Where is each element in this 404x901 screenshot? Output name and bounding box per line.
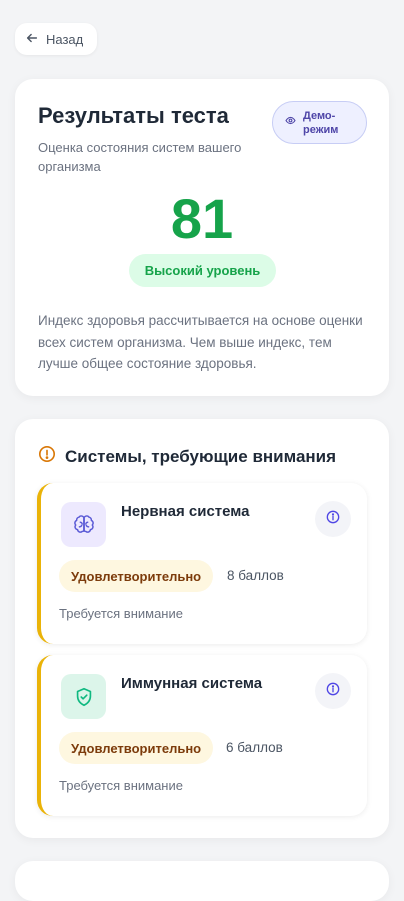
results-description: Индекс здоровья рассчитывается на основе… xyxy=(38,313,363,371)
demo-mode-label: Демо-режим xyxy=(303,109,339,136)
back-label: Назад xyxy=(46,31,84,47)
status-badge: Удовлетворительно xyxy=(59,732,214,764)
next-card xyxy=(15,861,389,901)
results-subtitle: Оценка состояния систем вашего организма xyxy=(38,140,242,174)
systems-header: Системы, требующие внимания xyxy=(38,445,336,468)
health-score: 81 xyxy=(170,187,234,250)
systems-title: Системы, требующие внимания xyxy=(65,446,337,466)
attention-note: Требуется внимание xyxy=(59,606,183,621)
back-button[interactable]: Назад xyxy=(15,23,97,55)
info-icon xyxy=(326,682,340,701)
system-item-immune[interactable]: Иммунная система Удовлетворительно 6 бал… xyxy=(37,655,367,816)
system-item-nervous[interactable]: Нервная система Удовлетворительно 8 балл… xyxy=(37,483,367,644)
info-button[interactable] xyxy=(315,673,351,709)
system-score: 8 баллов xyxy=(227,568,284,583)
system-name: Нервная система xyxy=(121,503,250,520)
eye-icon xyxy=(285,115,296,130)
status-badge: Удовлетворительно xyxy=(59,560,214,592)
results-card: Результаты теста Оценка состояния систем… xyxy=(15,79,389,396)
system-name: Иммунная система xyxy=(121,675,263,692)
system-score: 6 баллов xyxy=(226,740,283,755)
shield-check-icon xyxy=(61,674,106,719)
demo-mode-badge: Демо-режим xyxy=(272,101,367,144)
info-button[interactable] xyxy=(315,501,351,537)
info-icon xyxy=(326,510,340,529)
systems-attention-card: Системы, требующие внимания Нервная сист… xyxy=(15,419,389,838)
alert-circle-icon xyxy=(38,445,56,468)
level-badge: Высокий уровень xyxy=(129,254,276,287)
attention-note: Требуется внимание xyxy=(59,778,183,793)
brain-icon xyxy=(61,502,106,547)
arrow-left-icon xyxy=(25,31,39,48)
page-title: Результаты теста xyxy=(38,103,229,128)
